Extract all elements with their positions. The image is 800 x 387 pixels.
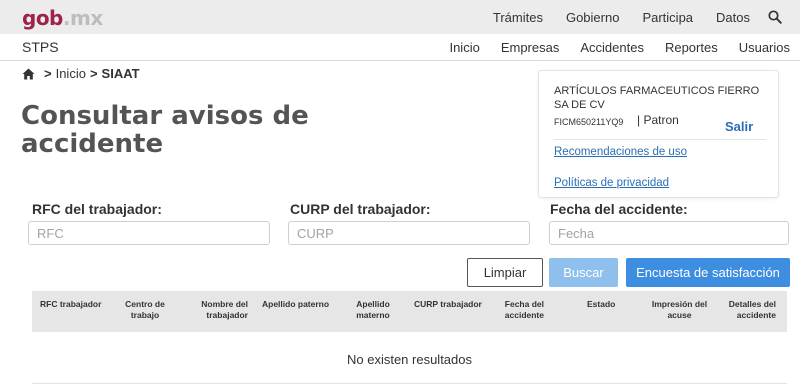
nav-inicio[interactable]: Inicio — [449, 40, 479, 55]
company-name: ARTÍCULOS FARMACEUTICOS FIERRO SA DE CV — [554, 85, 760, 111]
nav-reportes[interactable]: Reportes — [665, 40, 718, 55]
header-apellido-materno: Apellido materno — [356, 299, 390, 320]
logo-ext: .mx — [62, 6, 103, 30]
clear-button[interactable]: Limpiar — [467, 258, 543, 287]
privacy-policy-link[interactable]: Políticas de privacidad — [554, 177, 669, 189]
header-detalles: Detalles del accidente — [728, 299, 776, 320]
breadcrumb-inicio[interactable]: Inicio — [56, 66, 86, 81]
header-curp: CURP trabajador — [414, 299, 482, 309]
header-fecha: Fecha del accidente — [504, 299, 544, 320]
top-nav: Trámites Gobierno Participa Datos — [470, 0, 782, 34]
home-icon[interactable] — [22, 68, 35, 80]
survey-button[interactable]: Encuesta de satisfacción — [626, 258, 790, 287]
rfc-label: RFC del trabajador: — [32, 201, 162, 217]
top-nav-tramites[interactable]: Trámites — [493, 10, 543, 25]
main-nav: Inicio Empresas Accidentes Reportes Usua… — [428, 34, 790, 61]
table-header: RFC trabajador Centro de trabajo Nombre … — [32, 291, 787, 332]
header-impresion: Impresión del acuse — [651, 299, 708, 320]
top-nav-participa[interactable]: Participa — [642, 10, 693, 25]
breadcrumb: > Inicio > SIAAT — [22, 66, 140, 81]
breadcrumb-separator: > — [89, 66, 98, 81]
empty-results-message: No existen resultados — [346, 352, 472, 367]
breadcrumb-siaat: SIAAT — [101, 66, 140, 81]
date-label: Fecha del accidente: — [550, 201, 688, 217]
top-nav-datos[interactable]: Datos — [716, 10, 750, 25]
user-info-panel: ARTÍCULOS FARMACEUTICOS FIERRO SA DE CV … — [538, 70, 779, 198]
usage-recommendations-link[interactable]: Recomendaciones de uso — [554, 146, 687, 158]
nav-accidentes[interactable]: Accidentes — [580, 40, 644, 55]
curp-label: CURP del trabajador: — [290, 201, 431, 217]
nav-empresas[interactable]: Empresas — [501, 40, 560, 55]
search-button[interactable]: Buscar — [549, 258, 618, 287]
breadcrumb-separator: > — [44, 66, 52, 81]
page-title: Consultar avisos de accidente — [21, 101, 309, 159]
date-input[interactable] — [549, 221, 789, 245]
header-rfc: RFC trabajador — [40, 299, 102, 309]
header-nombre: Nombre del trabajador — [201, 299, 248, 320]
curp-input[interactable] — [288, 221, 530, 245]
search-icon[interactable] — [768, 10, 782, 24]
table-body: No existen resultados — [32, 332, 787, 384]
user-rfc: FICM650211YQ9 — [554, 117, 624, 127]
nav-usuarios[interactable]: Usuarios — [739, 40, 790, 55]
gobmx-logo[interactable]: gob.mx — [22, 6, 103, 30]
user-role: | Patron — [637, 113, 679, 127]
rfc-input[interactable] — [28, 221, 270, 245]
brand-stps[interactable]: STPS — [22, 39, 59, 55]
logo-main: gob — [22, 6, 63, 30]
header-estado: Estado — [587, 299, 616, 309]
header-centro: Centro de trabajo — [125, 299, 165, 320]
results-table: RFC trabajador Centro de trabajo Nombre … — [32, 291, 787, 384]
top-header: gob.mx Trámites Gobierno Participa Datos — [0, 0, 800, 34]
header-apellido-paterno: Apellido paterno — [262, 299, 330, 309]
sub-header: STPS Inicio Empresas Accidentes Reportes… — [0, 34, 800, 61]
top-nav-gobierno[interactable]: Gobierno — [566, 10, 619, 25]
logout-link[interactable]: Salir — [725, 119, 753, 134]
divider — [554, 139, 766, 140]
